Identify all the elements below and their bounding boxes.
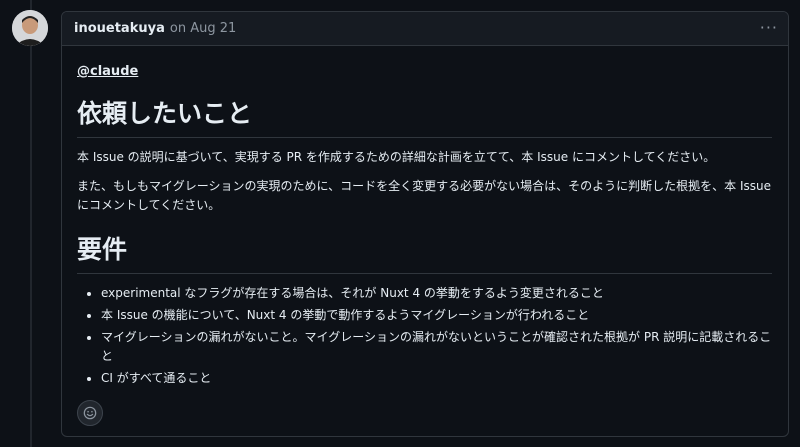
comment-meta: on Aug 21 [170,21,236,36]
paragraph-1: 本 Issue の説明に基づいて、実現する PR を作成するための詳細な計画を立… [77,150,716,164]
requirements-list: experimental なフラグが存在する場合は、それが Nuxt 4 の挙動… [77,284,772,388]
smiley-icon [83,406,97,420]
author-link[interactable]: inouetakuya [74,21,165,36]
list-item: マイグレーションの漏れがないこと。マイグレーションの漏れがないということが確認さ… [101,328,772,366]
comment-date-link[interactable]: Aug 21 [190,21,236,36]
avatar[interactable] [12,10,48,46]
list-item: 本 Issue の機能について、Nuxt 4 の挙動で動作するようマイグレーショ… [101,306,772,325]
paragraph-2: また、もしもマイグレーションの実現のために、コードを全く変更する必要がない場合は… [77,179,772,212]
list-item: experimental なフラグが存在する場合は、それが Nuxt 4 の挙動… [101,284,772,303]
mention-link[interactable]: @claude [77,64,138,79]
comment-body: @claude 依頼したいこと 本 Issue の説明に基づいて、実現する PR… [62,46,788,388]
date-prefix: on [169,21,187,36]
comment-header: inouetakuya on Aug 21 ··· [62,12,788,46]
add-reaction-button[interactable] [77,400,103,426]
heading-request: 依頼したいこと [77,97,772,138]
list-item: CI がすべて通ること [101,369,772,388]
heading-requirements: 要件 [77,233,772,274]
timeline-line [30,0,32,447]
kebab-horizontal-icon[interactable]: ··· [760,20,778,36]
comment-box: inouetakuya on Aug 21 ··· @claude 依頼したいこ… [61,11,789,437]
